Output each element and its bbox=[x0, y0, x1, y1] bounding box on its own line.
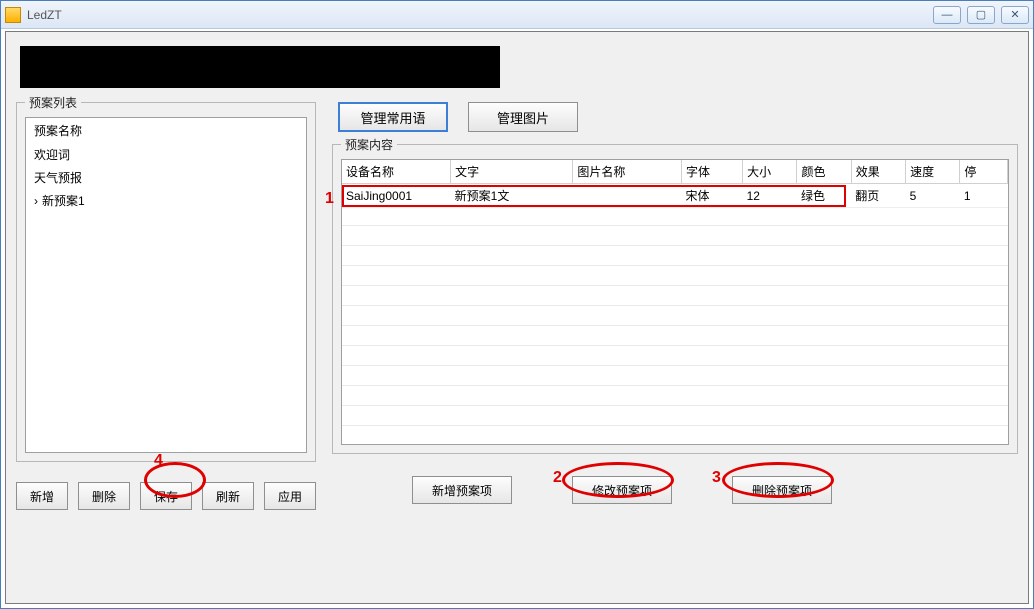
cell-text: 新预案1文 bbox=[451, 184, 573, 208]
col-device: 设备名称 bbox=[342, 160, 451, 184]
content-table-wrap: 设备名称 文字 图片名称 字体 大小 颜色 效果 速度 停 bbox=[341, 159, 1009, 445]
minimize-button[interactable]: — bbox=[933, 6, 961, 24]
window-title: LedZT bbox=[27, 8, 933, 22]
manage-images-button[interactable]: 管理图片 bbox=[468, 102, 578, 132]
app-icon bbox=[5, 7, 21, 23]
cell-image bbox=[573, 184, 682, 208]
table-row[interactable]: SaiJing0001 新预案1文 宋体 12 绿色 翻页 5 1 bbox=[342, 184, 1008, 208]
cell-device: SaiJing0001 bbox=[342, 184, 451, 208]
content-caption: 预案内容 bbox=[341, 136, 397, 153]
col-effect: 效果 bbox=[851, 160, 905, 184]
left-column: 预案列表 预案名称 欢迎词 天气预报 新预案1 新增 删除 保存 刷新 bbox=[16, 102, 316, 510]
apply-button[interactable]: 应用 bbox=[264, 482, 316, 510]
col-color: 颜色 bbox=[797, 160, 851, 184]
col-stop: 停 bbox=[960, 160, 1008, 184]
preset-list-caption: 预案列表 bbox=[25, 94, 81, 111]
col-speed: 速度 bbox=[906, 160, 960, 184]
table-stripes bbox=[342, 206, 1008, 444]
col-image: 图片名称 bbox=[573, 160, 682, 184]
col-font: 字体 bbox=[682, 160, 743, 184]
top-button-row: 管理常用语 管理图片 bbox=[338, 102, 1018, 132]
left-button-row: 新增 删除 保存 刷新 应用 bbox=[16, 482, 316, 510]
manage-phrases-button[interactable]: 管理常用语 bbox=[338, 102, 448, 132]
add-item-button[interactable]: 新增预案项 bbox=[412, 476, 512, 504]
edit-item-button[interactable]: 修改预案项 bbox=[572, 476, 672, 504]
maximize-button[interactable]: ▢ bbox=[967, 6, 995, 24]
cell-color: 绿色 bbox=[797, 184, 851, 208]
content-table[interactable]: 设备名称 文字 图片名称 字体 大小 颜色 效果 速度 停 bbox=[342, 160, 1008, 208]
list-item[interactable]: 欢迎词 bbox=[26, 143, 306, 166]
delete-button[interactable]: 删除 bbox=[78, 482, 130, 510]
preview-blackbar bbox=[20, 46, 500, 88]
col-text: 文字 bbox=[451, 160, 573, 184]
client-area: 预案列表 预案名称 欢迎词 天气预报 新预案1 新增 删除 保存 刷新 bbox=[5, 31, 1029, 604]
cell-size: 12 bbox=[743, 184, 797, 208]
list-item[interactable]: 天气预报 bbox=[26, 166, 306, 189]
list-item[interactable]: 新预案1 bbox=[26, 189, 306, 212]
preset-list-header: 预案名称 bbox=[26, 118, 306, 143]
save-button[interactable]: 保存 bbox=[140, 482, 192, 510]
delete-item-button[interactable]: 删除预案项 bbox=[732, 476, 832, 504]
right-column: 管理常用语 管理图片 预案内容 设备名称 bbox=[332, 102, 1018, 504]
cell-speed: 5 bbox=[906, 184, 960, 208]
cell-effect: 翻页 bbox=[851, 184, 905, 208]
add-button[interactable]: 新增 bbox=[16, 482, 68, 510]
preset-list[interactable]: 预案名称 欢迎词 天气预报 新预案1 bbox=[25, 117, 307, 453]
table-header-row: 设备名称 文字 图片名称 字体 大小 颜色 效果 速度 停 bbox=[342, 160, 1008, 184]
title-bar: LedZT — ▢ ✕ bbox=[1, 1, 1033, 29]
cell-stop: 1 bbox=[960, 184, 1008, 208]
content-group: 预案内容 设备名称 文字 图片名称 bbox=[332, 144, 1018, 454]
content-button-row: 新增预案项 修改预案项 删除预案项 bbox=[412, 476, 1018, 504]
preset-list-group: 预案列表 预案名称 欢迎词 天气预报 新预案1 bbox=[16, 102, 316, 462]
cell-font: 宋体 bbox=[682, 184, 743, 208]
col-size: 大小 bbox=[743, 160, 797, 184]
refresh-button[interactable]: 刷新 bbox=[202, 482, 254, 510]
close-button[interactable]: ✕ bbox=[1001, 6, 1029, 24]
app-window: LedZT — ▢ ✕ 预案列表 预案名称 欢迎词 天气预报 新预案1 bbox=[0, 0, 1034, 609]
